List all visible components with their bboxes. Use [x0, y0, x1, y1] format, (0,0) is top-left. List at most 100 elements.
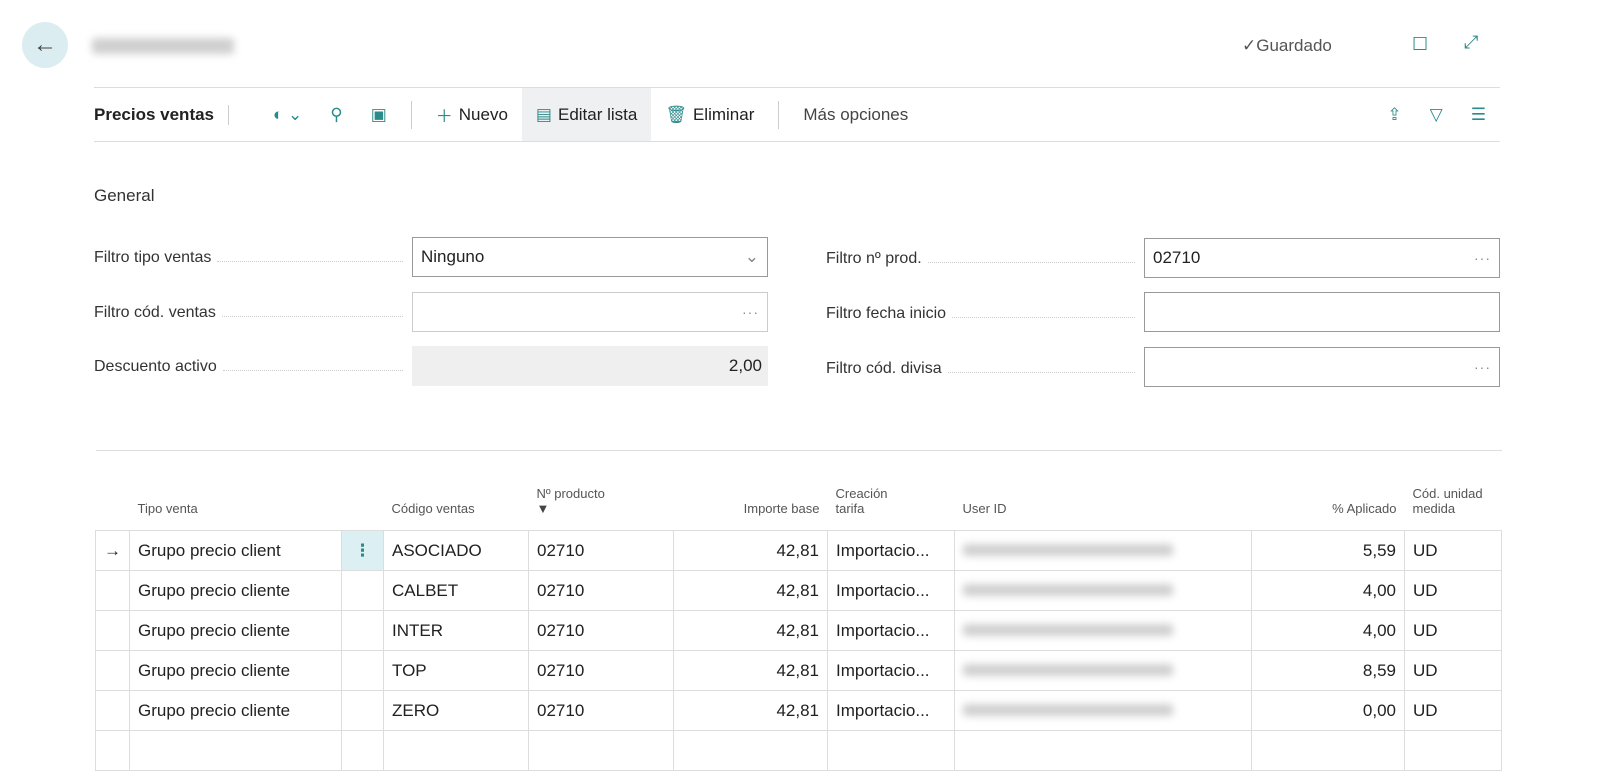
filtro-fecha-inicio-input[interactable] — [1144, 292, 1500, 332]
cell-codigo-ventas[interactable]: INTER — [383, 610, 529, 651]
row-indicator[interactable] — [95, 650, 130, 691]
col-codigo-ventas[interactable]: Código ventas — [383, 450, 529, 531]
empty-cell[interactable] — [95, 730, 130, 771]
col-tipo-venta[interactable]: Tipo venta — [129, 450, 342, 531]
col-creacion-tarifa[interactable]: Creación tarifa — [827, 450, 955, 531]
cell-codigo-ventas[interactable]: CALBET — [383, 570, 529, 611]
cell-tipo-venta[interactable]: Grupo precio cliente — [129, 650, 342, 691]
row-indicator[interactable]: → — [95, 530, 130, 571]
col-cod-unidad-medida[interactable]: Cód. unidad medida — [1404, 450, 1502, 531]
cell-creacion-tarifa[interactable]: Importacio... — [827, 570, 955, 611]
cell-aplicado[interactable]: 8,59 — [1251, 650, 1405, 691]
table-row[interactable]: Grupo precio cliente TOP 02710 42,81 Importa… — [95, 650, 1502, 691]
expand-icon[interactable]: ⤢ — [1464, 32, 1478, 53]
empty-cell[interactable] — [1251, 730, 1405, 771]
lookup-ellipsis-icon[interactable]: ··· — [1474, 250, 1491, 266]
share-page-icon[interactable]: ▣ — [357, 88, 401, 141]
table-row[interactable]: Grupo precio cliente ZERO 02710 42,81 Import… — [95, 690, 1502, 731]
cell-cod-unidad[interactable]: UD — [1404, 610, 1502, 651]
table-row[interactable]: Grupo precio cliente INTER 02710 42,81 Impor… — [95, 610, 1502, 651]
empty-cell[interactable] — [954, 730, 1252, 771]
col-user-id[interactable]: User ID — [954, 450, 1252, 531]
row-indicator[interactable] — [95, 570, 130, 611]
cell-aplicado[interactable]: 4,00 — [1251, 570, 1405, 611]
empty-cell[interactable] — [827, 730, 955, 771]
cell-tipo-venta[interactable]: Grupo precio client — [129, 530, 342, 571]
cell-user-id[interactable] — [954, 610, 1252, 651]
table-row[interactable]: → Grupo precio client ⋮ ASOCIADO 02710 42,81 I… — [95, 530, 1502, 571]
cell-cod-unidad[interactable]: UD — [1404, 690, 1502, 731]
cell-codigo-ventas[interactable]: ZERO — [383, 690, 529, 731]
share-icon[interactable]: ⇪ — [1373, 88, 1415, 141]
filtro-n-prod-input[interactable]: 02710 ··· — [1144, 238, 1500, 278]
row-menu[interactable] — [341, 690, 384, 731]
col-n-producto[interactable]: Nº producto ▼ — [528, 450, 674, 531]
edit-list-button[interactable]: ▤ Editar lista — [521, 88, 652, 141]
table-row[interactable]: Grupo precio cliente CALBET 02710 42,81 Impo… — [95, 570, 1502, 611]
row-menu-icon[interactable]: ⋮ — [354, 541, 371, 560]
cell-tipo-venta[interactable]: Grupo precio cliente — [129, 610, 342, 651]
row-indicator[interactable] — [95, 690, 130, 731]
cell-aplicado[interactable]: 4,00 — [1251, 610, 1405, 651]
empty-cell[interactable] — [341, 730, 384, 771]
new-button[interactable]: ＋ Nuevo — [422, 88, 522, 141]
row-menu[interactable] — [341, 570, 384, 611]
open-new-window-icon[interactable]: ☐ — [1412, 34, 1428, 55]
cell-aplicado[interactable]: 5,59 — [1251, 530, 1405, 571]
empty-cell[interactable] — [528, 730, 674, 771]
cell-cod-unidad[interactable]: UD — [1404, 530, 1502, 571]
cell-user-id[interactable] — [954, 570, 1252, 611]
lookup-ellipsis-icon[interactable]: ··· — [742, 304, 759, 320]
cell-n-producto[interactable]: 02710 — [528, 530, 674, 571]
row-menu[interactable] — [341, 650, 384, 691]
cell-user-id[interactable] — [954, 650, 1252, 691]
copilot-dropdown-icon[interactable]: ◐ ⌄ — [259, 88, 316, 141]
new-row[interactable] — [95, 730, 1502, 771]
cell-codigo-ventas[interactable]: TOP — [383, 650, 529, 691]
cell-importe-base[interactable]: 42,81 — [673, 530, 828, 571]
row-menu[interactable] — [341, 610, 384, 651]
row-menu[interactable]: ⋮ — [341, 530, 384, 571]
toolbar-title: Precios ventas — [94, 104, 230, 125]
filtro-tipo-ventas-select[interactable]: Ninguno ⌄ — [412, 237, 768, 277]
cell-cod-unidad[interactable]: UD — [1404, 650, 1502, 691]
search-icon[interactable]: ⚲ — [316, 88, 356, 141]
cell-creacion-tarifa[interactable]: Importacio... — [827, 530, 955, 571]
cell-creacion-tarifa[interactable]: Importacio... — [827, 610, 955, 651]
cell-importe-base[interactable]: 42,81 — [673, 610, 828, 651]
cell-creacion-tarifa[interactable]: Importacio... — [827, 690, 955, 731]
cell-cod-unidad[interactable]: UD — [1404, 570, 1502, 611]
cell-tipo-venta[interactable]: Grupo precio cliente — [129, 570, 342, 611]
cell-importe-base[interactable]: 42,81 — [673, 690, 828, 731]
filtro-cod-divisa-input[interactable]: ··· — [1144, 347, 1500, 387]
filtro-cod-ventas-input[interactable]: ··· — [412, 292, 768, 332]
empty-cell[interactable] — [129, 730, 342, 771]
user-id-redacted — [963, 583, 1173, 596]
list-view-icon[interactable]: ☰ — [1457, 88, 1500, 141]
more-options-button[interactable]: Más opciones — [789, 88, 922, 141]
cell-importe-base[interactable]: 42,81 — [673, 570, 828, 611]
section-title-general: General — [94, 186, 155, 205]
col-importe-base[interactable]: Importe base — [673, 450, 828, 531]
cell-user-id[interactable] — [954, 530, 1252, 571]
lookup-ellipsis-icon[interactable]: ··· — [1474, 359, 1491, 375]
cell-codigo-ventas[interactable]: ASOCIADO — [383, 530, 529, 571]
cell-n-producto[interactable]: 02710 — [528, 650, 674, 691]
empty-cell[interactable] — [1404, 730, 1502, 771]
back-button[interactable]: ← — [22, 22, 68, 68]
filter-icon[interactable]: ▽ — [1416, 88, 1457, 141]
row-indicator[interactable] — [95, 610, 130, 651]
action-bar: Precios ventas ◐ ⌄ ⚲ ▣ ＋ Nuevo ▤ Editar li… — [94, 87, 1500, 142]
cell-user-id[interactable] — [954, 690, 1252, 731]
delete-button[interactable]: 🗑 Eliminar — [651, 88, 768, 141]
empty-cell[interactable] — [673, 730, 828, 771]
empty-cell[interactable] — [383, 730, 529, 771]
cell-n-producto[interactable]: 02710 — [528, 690, 674, 731]
cell-creacion-tarifa[interactable]: Importacio... — [827, 650, 955, 691]
cell-n-producto[interactable]: 02710 — [528, 610, 674, 651]
cell-aplicado[interactable]: 0,00 — [1251, 690, 1405, 731]
cell-importe-base[interactable]: 42,81 — [673, 650, 828, 691]
cell-n-producto[interactable]: 02710 — [528, 570, 674, 611]
cell-tipo-venta[interactable]: Grupo precio cliente — [129, 690, 342, 731]
col-aplicado[interactable]: % Aplicado — [1251, 450, 1405, 531]
